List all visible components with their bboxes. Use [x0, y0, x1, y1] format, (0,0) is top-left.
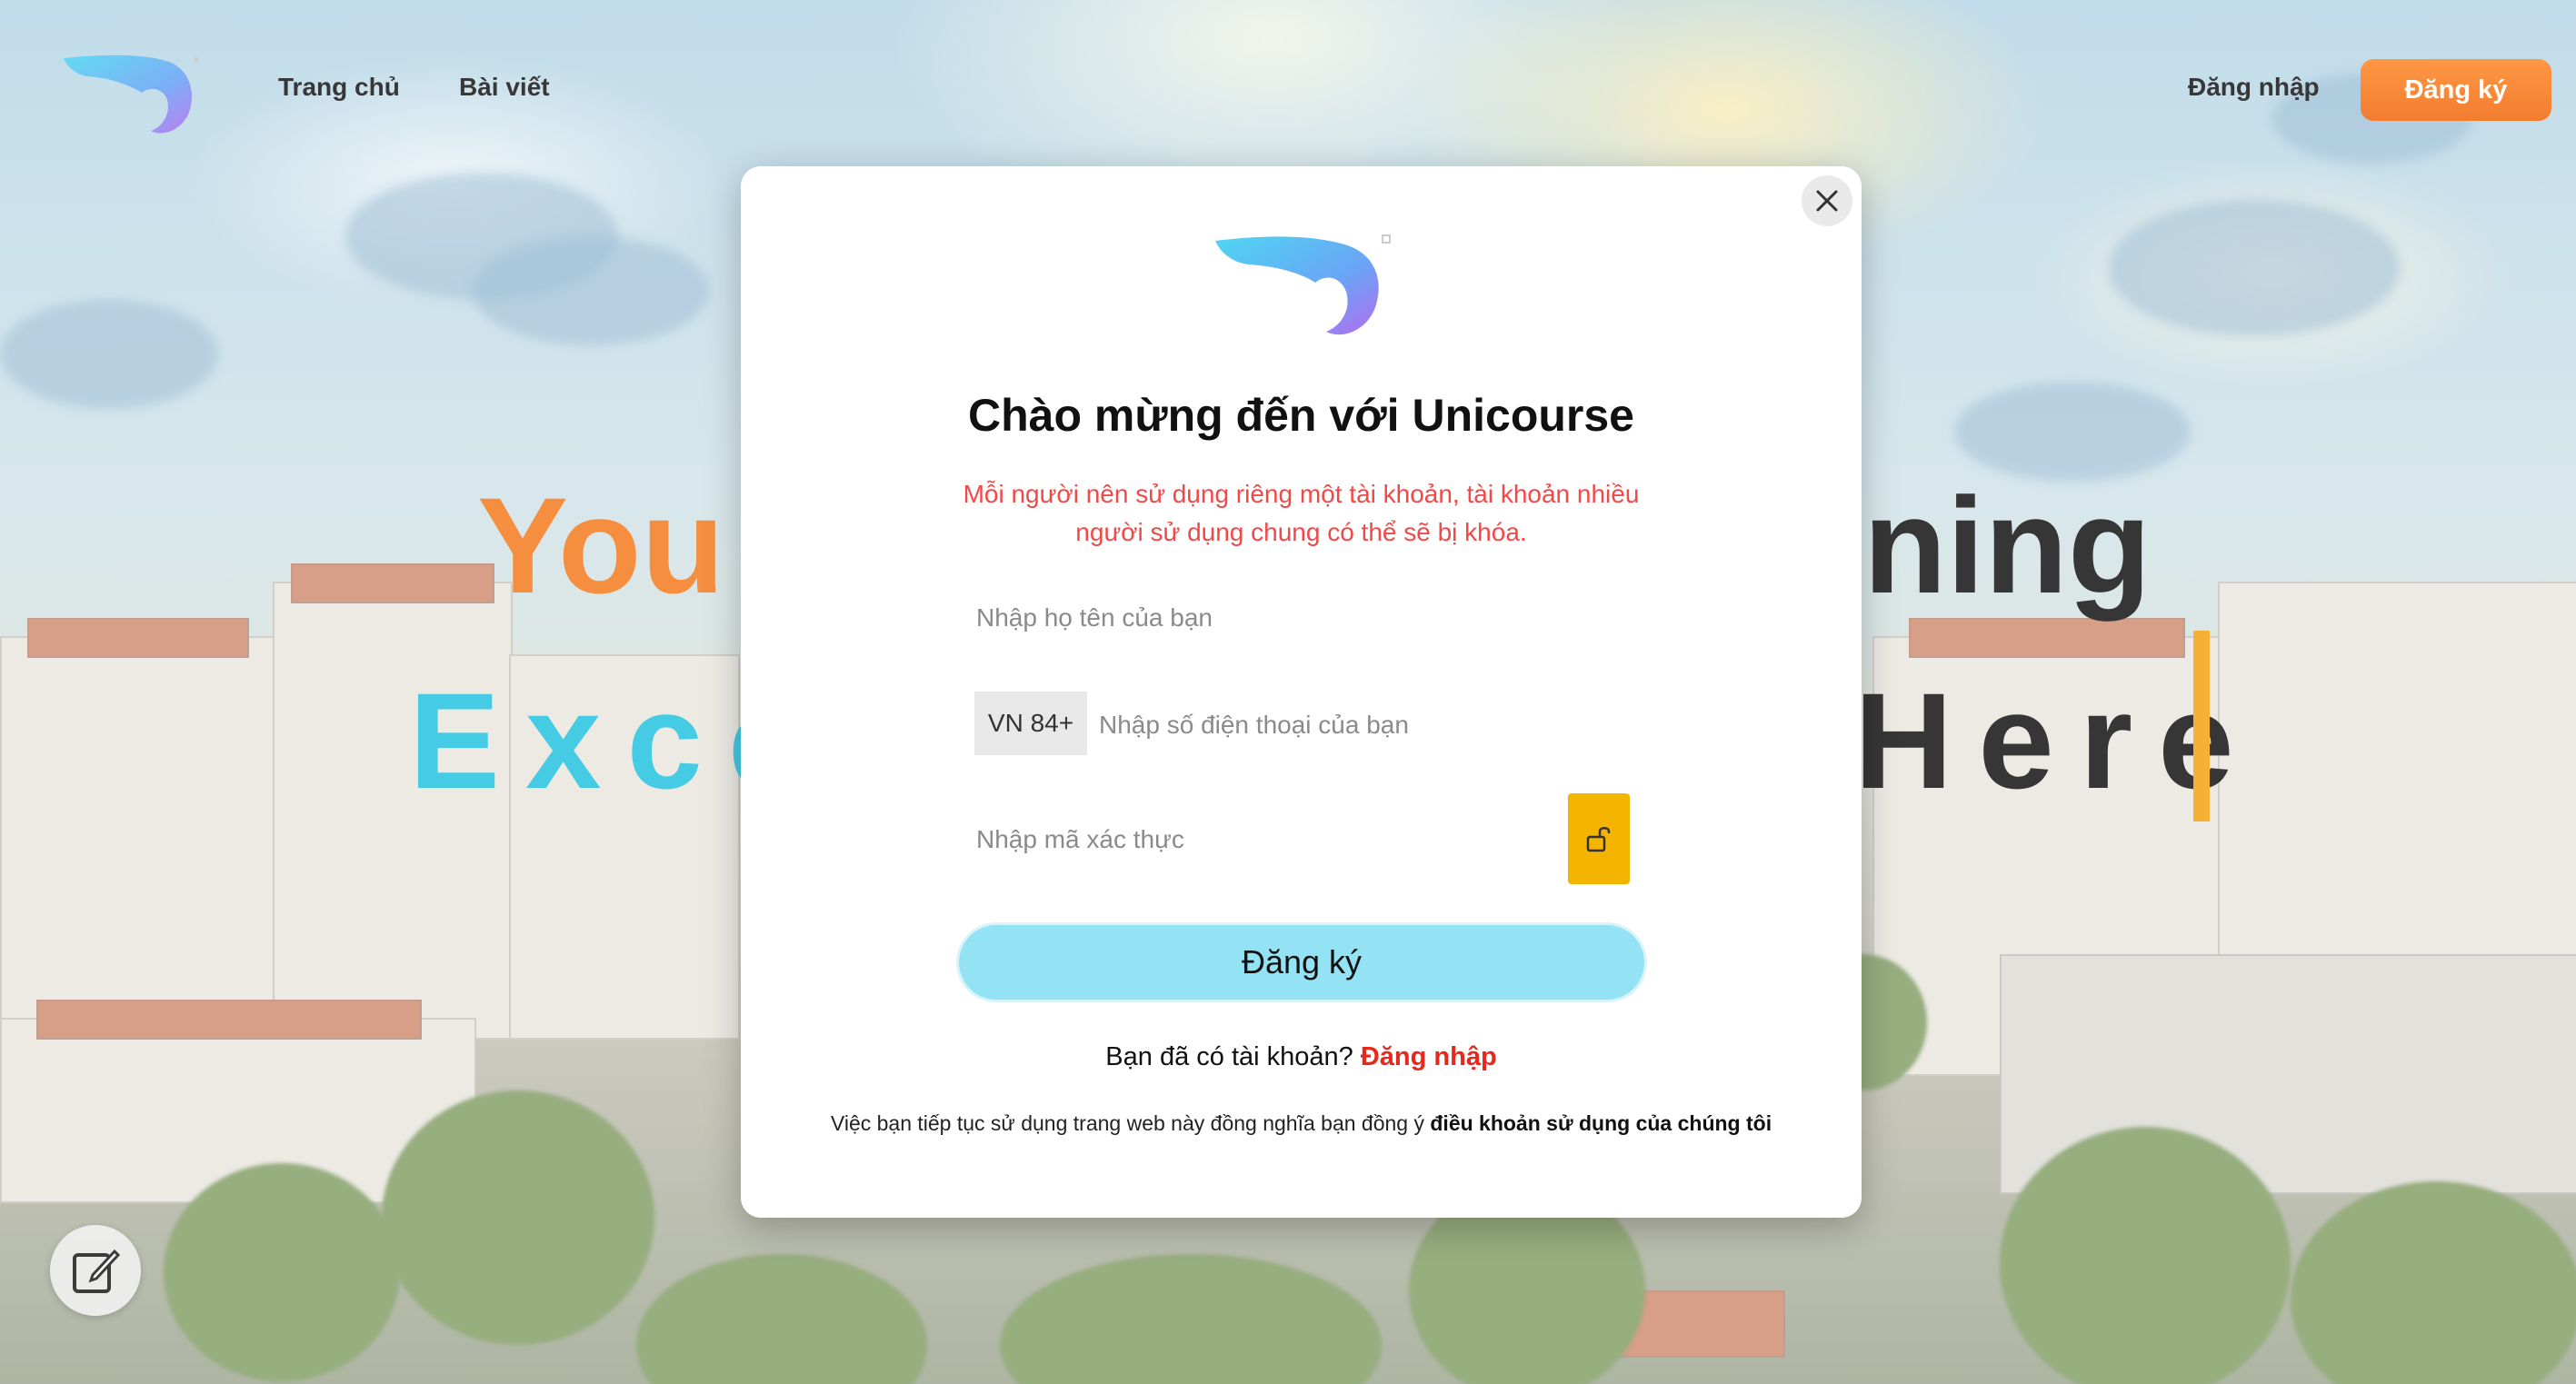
have-account-row: Bạn đã có tài khoản? Đăng nhập: [741, 1042, 1862, 1072]
verification-code-input[interactable]: [974, 806, 1560, 873]
account-warning-note: Mỗi người nên sử dụng riêng một tài khoả…: [963, 480, 1640, 546]
terms-link[interactable]: điều khoản sử dụng của chúng tôi: [1430, 1111, 1772, 1135]
phone-country-prefix[interactable]: VN 84+: [974, 692, 1087, 755]
terms-text: Việc bạn tiếp tục sử dụng trang web này …: [830, 1111, 1424, 1135]
phone-input[interactable]: [1097, 692, 1619, 759]
terms-row: Việc bạn tiếp tục sử dụng trang web này …: [741, 1111, 1862, 1136]
unicorn-logo-icon: [1215, 234, 1391, 335]
close-button[interactable]: [1802, 175, 1852, 226]
get-code-button[interactable]: [1568, 793, 1630, 884]
login-link[interactable]: Đăng nhập: [1361, 1042, 1497, 1071]
modal-title: Chào mừng đến với Unicourse: [968, 390, 1634, 441]
unlock-icon: [1586, 827, 1611, 852]
signup-submit-button[interactable]: Đăng ký: [956, 922, 1647, 1002]
full-name-input[interactable]: [974, 584, 1620, 652]
have-account-text: Bạn đã có tài khoản?: [1105, 1042, 1353, 1071]
close-icon: [1816, 190, 1838, 212]
signup-modal: Chào mừng đến với Unicourse Mỗi người nê…: [741, 166, 1862, 1218]
